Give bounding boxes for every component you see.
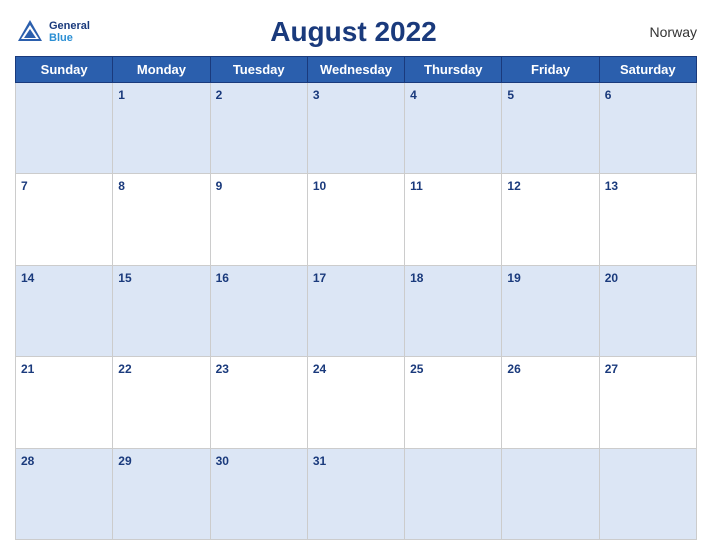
day-number: 17 bbox=[313, 271, 326, 285]
week-row-5: 28 29 30 31 bbox=[16, 448, 697, 539]
week-row-3: 14 15 16 17 18 19 20 bbox=[16, 265, 697, 356]
calendar-cell: 22 bbox=[113, 357, 210, 448]
logo: General Blue bbox=[15, 17, 90, 47]
day-number: 25 bbox=[410, 362, 423, 376]
calendar-table: SundayMondayTuesdayWednesdayThursdayFrid… bbox=[15, 56, 697, 540]
calendar-cell: 7 bbox=[16, 174, 113, 265]
calendar-cell bbox=[405, 448, 502, 539]
calendar-cell: 20 bbox=[599, 265, 696, 356]
day-number: 13 bbox=[605, 179, 618, 193]
day-number: 26 bbox=[507, 362, 520, 376]
calendar-cell: 4 bbox=[405, 83, 502, 174]
calendar-cell: 19 bbox=[502, 265, 599, 356]
weekday-header-wednesday: Wednesday bbox=[307, 57, 404, 83]
calendar-cell: 29 bbox=[113, 448, 210, 539]
day-number: 1 bbox=[118, 88, 125, 102]
logo-text: General Blue bbox=[49, 20, 90, 44]
day-number: 5 bbox=[507, 88, 514, 102]
calendar-cell: 5 bbox=[502, 83, 599, 174]
week-row-2: 7 8 9 10 11 12 13 bbox=[16, 174, 697, 265]
calendar-cell: 15 bbox=[113, 265, 210, 356]
calendar-cell: 30 bbox=[210, 448, 307, 539]
calendar-cell: 14 bbox=[16, 265, 113, 356]
calendar-cell: 26 bbox=[502, 357, 599, 448]
day-number: 4 bbox=[410, 88, 417, 102]
calendar-cell: 23 bbox=[210, 357, 307, 448]
calendar-cell: 17 bbox=[307, 265, 404, 356]
weekday-header-saturday: Saturday bbox=[599, 57, 696, 83]
day-number: 23 bbox=[216, 362, 229, 376]
day-number: 28 bbox=[21, 454, 34, 468]
weekday-header-thursday: Thursday bbox=[405, 57, 502, 83]
day-number: 29 bbox=[118, 454, 131, 468]
calendar-cell bbox=[502, 448, 599, 539]
day-number: 21 bbox=[21, 362, 34, 376]
day-number: 3 bbox=[313, 88, 320, 102]
logo-icon bbox=[15, 17, 45, 47]
calendar-cell: 28 bbox=[16, 448, 113, 539]
country-label: Norway bbox=[617, 24, 697, 40]
calendar-cell: 1 bbox=[113, 83, 210, 174]
calendar-cell: 9 bbox=[210, 174, 307, 265]
calendar-cell: 2 bbox=[210, 83, 307, 174]
calendar-cell: 31 bbox=[307, 448, 404, 539]
month-title: August 2022 bbox=[90, 16, 617, 48]
week-row-1: 1 2 3 4 5 6 bbox=[16, 83, 697, 174]
calendar-cell: 6 bbox=[599, 83, 696, 174]
day-number: 24 bbox=[313, 362, 326, 376]
day-number: 8 bbox=[118, 179, 125, 193]
week-row-4: 21 22 23 24 25 26 27 bbox=[16, 357, 697, 448]
calendar-cell: 3 bbox=[307, 83, 404, 174]
day-number: 31 bbox=[313, 454, 326, 468]
day-number: 11 bbox=[410, 179, 423, 193]
calendar-cell bbox=[599, 448, 696, 539]
day-number: 30 bbox=[216, 454, 229, 468]
day-number: 12 bbox=[507, 179, 520, 193]
page-header: General Blue August 2022 Norway bbox=[15, 10, 697, 50]
day-number: 14 bbox=[21, 271, 34, 285]
calendar-cell: 11 bbox=[405, 174, 502, 265]
weekday-header-row: SundayMondayTuesdayWednesdayThursdayFrid… bbox=[16, 57, 697, 83]
calendar-cell: 8 bbox=[113, 174, 210, 265]
day-number: 19 bbox=[507, 271, 520, 285]
weekday-header-sunday: Sunday bbox=[16, 57, 113, 83]
day-number: 22 bbox=[118, 362, 131, 376]
weekday-header-monday: Monday bbox=[113, 57, 210, 83]
weekday-header-tuesday: Tuesday bbox=[210, 57, 307, 83]
day-number: 20 bbox=[605, 271, 618, 285]
day-number: 7 bbox=[21, 179, 28, 193]
calendar-cell: 13 bbox=[599, 174, 696, 265]
calendar-cell: 25 bbox=[405, 357, 502, 448]
calendar-cell: 21 bbox=[16, 357, 113, 448]
calendar-cell: 12 bbox=[502, 174, 599, 265]
calendar-cell: 18 bbox=[405, 265, 502, 356]
day-number: 6 bbox=[605, 88, 612, 102]
calendar-cell: 10 bbox=[307, 174, 404, 265]
day-number: 18 bbox=[410, 271, 423, 285]
day-number: 15 bbox=[118, 271, 131, 285]
calendar-cell: 27 bbox=[599, 357, 696, 448]
calendar-cell bbox=[16, 83, 113, 174]
calendar-cell: 16 bbox=[210, 265, 307, 356]
weekday-header-friday: Friday bbox=[502, 57, 599, 83]
day-number: 27 bbox=[605, 362, 618, 376]
day-number: 9 bbox=[216, 179, 223, 193]
day-number: 10 bbox=[313, 179, 326, 193]
day-number: 2 bbox=[216, 88, 223, 102]
calendar-cell: 24 bbox=[307, 357, 404, 448]
day-number: 16 bbox=[216, 271, 229, 285]
